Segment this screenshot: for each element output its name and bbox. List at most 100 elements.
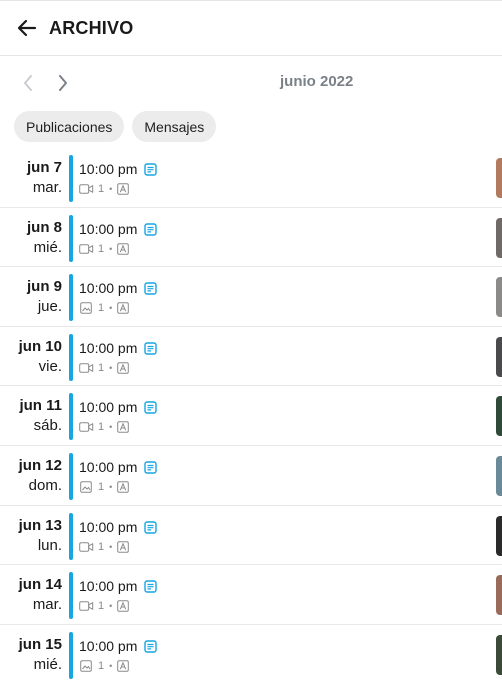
note-icon bbox=[144, 282, 157, 295]
scheduled-time: 10:00 pm bbox=[79, 578, 138, 595]
date-day: jun 12 bbox=[18, 456, 62, 474]
date-block: jun 9 jue. bbox=[27, 277, 62, 317]
month-navigation: junio 2022 bbox=[0, 56, 502, 110]
date-weekday: mié. bbox=[33, 238, 62, 256]
text-icon bbox=[117, 600, 130, 612]
date-weekday: mar. bbox=[32, 179, 62, 196]
video-icon bbox=[79, 541, 94, 552]
note-icon bbox=[144, 401, 157, 415]
text-icon bbox=[117, 659, 130, 672]
filter-chips: Publicaciones Mensajes bbox=[14, 111, 217, 142]
text-icon bbox=[117, 421, 130, 434]
image-icon bbox=[80, 659, 92, 672]
list-item[interactable]: jun 7 mar. 10:00 pm 1 • bbox=[0, 148, 502, 208]
media-count: 1 bbox=[98, 361, 105, 374]
date-day: jun 10 bbox=[18, 337, 62, 355]
scheduled-time: 10:00 pm bbox=[79, 637, 138, 654]
post-thumbnail[interactable] bbox=[496, 158, 502, 198]
date-weekday: vie. bbox=[38, 357, 62, 375]
post-thumbnail[interactable] bbox=[496, 575, 502, 616]
media-count: 1 bbox=[98, 242, 105, 255]
date-day: jun 15 bbox=[18, 635, 62, 653]
separator-dot: • bbox=[109, 660, 113, 671]
post-thumbnail[interactable] bbox=[496, 336, 502, 377]
note-icon bbox=[144, 580, 157, 593]
media-count: 1 bbox=[98, 421, 105, 434]
note-icon bbox=[144, 461, 157, 474]
media-count: 1 bbox=[98, 183, 105, 195]
video-icon bbox=[79, 362, 94, 373]
scheduled-time: 10:00 pm bbox=[79, 518, 138, 535]
text-icon bbox=[117, 361, 130, 374]
scheduled-time: 10:00 pm bbox=[79, 399, 138, 416]
arrow-left-icon bbox=[17, 19, 37, 37]
back-button[interactable] bbox=[14, 15, 40, 41]
post-meta: 1 • bbox=[79, 540, 130, 554]
list-item[interactable]: jun 10 vie. 10:00 pm 1 • bbox=[0, 327, 502, 387]
separator-dot: • bbox=[109, 184, 113, 194]
post-thumbnail[interactable] bbox=[496, 515, 502, 556]
date-day: jun 11 bbox=[19, 397, 62, 415]
date-weekday: mar. bbox=[32, 596, 62, 614]
post-thumbnail[interactable] bbox=[496, 217, 502, 258]
page-title: ARCHIVO bbox=[49, 17, 134, 38]
date-weekday: lun. bbox=[37, 536, 62, 554]
scheduled-time: 10:00 pm bbox=[79, 339, 138, 356]
note-icon bbox=[144, 222, 157, 236]
media-count: 1 bbox=[98, 659, 105, 672]
previous-month-button[interactable] bbox=[17, 70, 39, 96]
date-block: jun 15 mié. bbox=[19, 635, 62, 675]
post-meta: 1 • bbox=[79, 659, 130, 673]
list-item[interactable]: jun 8 mié. 10:00 pm 1 • bbox=[0, 208, 502, 268]
date-day: jun 13 bbox=[18, 516, 62, 534]
note-icon bbox=[144, 163, 157, 176]
text-icon bbox=[117, 302, 130, 314]
post-thumbnail[interactable] bbox=[496, 455, 502, 496]
scheduled-time: 10:00 pm bbox=[79, 220, 138, 237]
post-thumbnail[interactable] bbox=[496, 396, 502, 437]
media-count: 1 bbox=[98, 302, 105, 315]
accent-bar bbox=[69, 572, 73, 620]
date-weekday: sáb. bbox=[33, 417, 62, 435]
list-item[interactable]: jun 11 sáb. 10:00 pm 1 • bbox=[0, 386, 502, 446]
list-item[interactable]: jun 9 jue. 10:00 pm 1 • bbox=[0, 267, 502, 327]
date-block: jun 11 sáb. bbox=[19, 396, 62, 436]
post-thumbnail[interactable] bbox=[496, 277, 502, 318]
post-meta: 1 • bbox=[79, 242, 130, 256]
text-icon bbox=[117, 242, 130, 255]
filter-chip-publicaciones[interactable]: Publicaciones bbox=[14, 111, 125, 142]
scheduled-time: 10:00 pm bbox=[79, 161, 138, 177]
text-icon bbox=[117, 481, 130, 493]
media-count: 1 bbox=[98, 480, 105, 493]
separator-dot: • bbox=[109, 541, 113, 552]
accent-bar bbox=[69, 452, 73, 500]
accent-bar bbox=[69, 512, 73, 560]
media-count: 1 bbox=[98, 600, 105, 613]
list-item[interactable]: jun 13 lun. 10:00 pm 1 • bbox=[0, 506, 502, 566]
month-label: junio 2022 bbox=[280, 73, 354, 90]
accent-bar bbox=[69, 274, 73, 322]
video-icon bbox=[79, 422, 94, 433]
list-item[interactable]: jun 15 mié. 10:00 pm 1 • bbox=[0, 625, 502, 680]
post-meta: 1 • bbox=[79, 301, 130, 315]
post-meta: 1 • bbox=[79, 420, 130, 434]
accent-bar bbox=[69, 631, 73, 679]
media-count: 1 bbox=[98, 540, 105, 553]
date-day: jun 7 bbox=[26, 159, 62, 176]
list-item[interactable]: jun 12 dom. 10:00 pm 1 • bbox=[0, 446, 502, 506]
text-icon bbox=[117, 183, 130, 195]
list-item[interactable]: jun 14 mar. 10:00 pm 1 • bbox=[0, 565, 502, 625]
next-month-button[interactable] bbox=[52, 70, 74, 96]
post-thumbnail[interactable] bbox=[496, 634, 502, 675]
separator-dot: • bbox=[109, 362, 113, 373]
post-meta: 1 • bbox=[79, 599, 130, 613]
video-icon bbox=[79, 184, 94, 194]
date-day: jun 14 bbox=[18, 576, 62, 594]
post-meta: 1 • bbox=[79, 182, 130, 196]
scheduled-time: 10:00 pm bbox=[79, 280, 138, 297]
filter-chip-mensajes[interactable]: Mensajes bbox=[132, 111, 217, 142]
video-icon bbox=[79, 243, 94, 254]
accent-bar bbox=[69, 155, 73, 202]
chevron-left-icon bbox=[24, 75, 32, 91]
note-icon bbox=[144, 520, 157, 534]
